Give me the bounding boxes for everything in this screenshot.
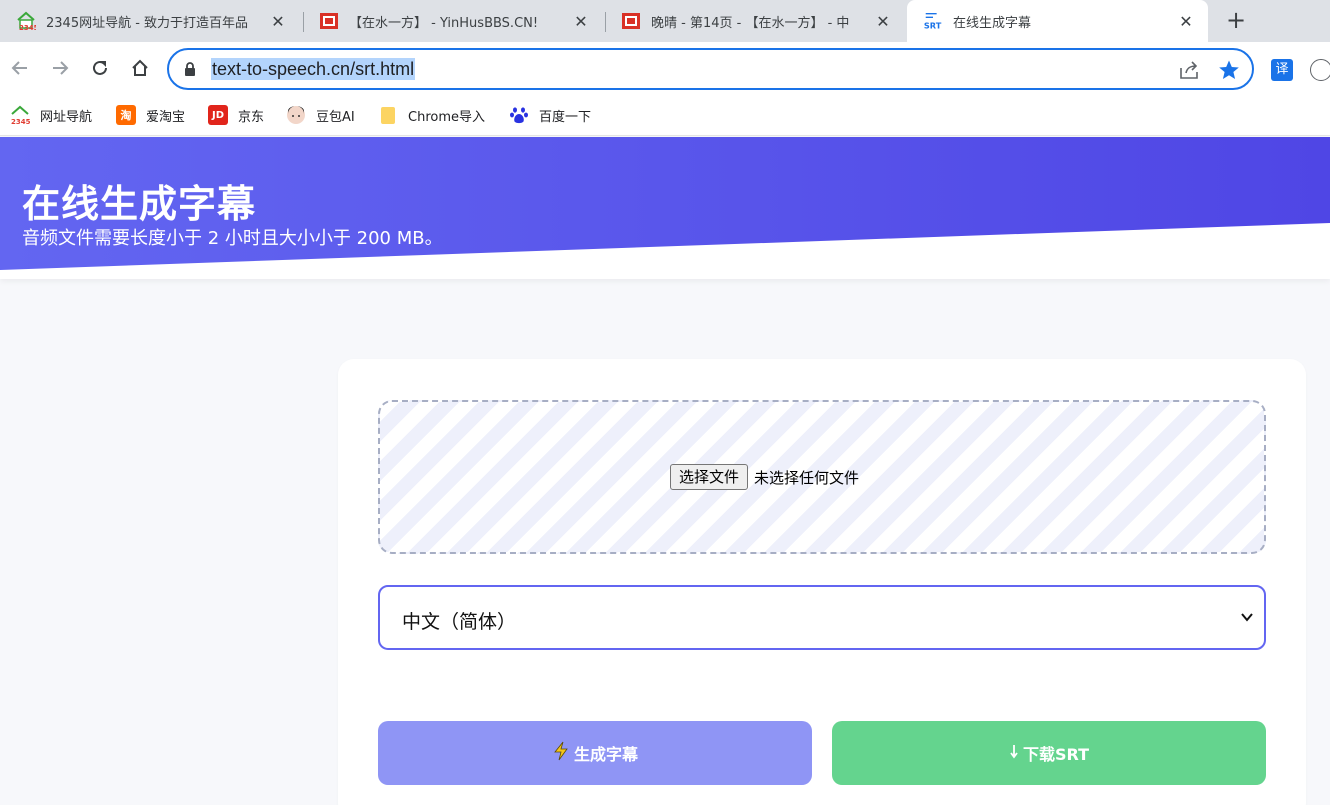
bookmark-wangzhi[interactable]: 2345 网址导航 [10, 104, 92, 126]
download-srt-button[interactable]: 下载SRT [832, 721, 1266, 785]
close-icon[interactable]: ✕ [571, 12, 591, 31]
address-bar[interactable]: text-to-speech.cn/srt.html [167, 48, 1254, 90]
tab-title: 在线生成字幕 [953, 15, 1032, 31]
file-status-text: 未选择任何文件 [754, 468, 860, 487]
back-arrow-icon [11, 61, 27, 75]
svg-text:2345: 2345 [19, 24, 36, 31]
download-label: 下载SRT [1022, 745, 1090, 764]
forward-button[interactable] [46, 54, 74, 82]
red-window-icon [319, 11, 339, 31]
url-text[interactable]: text-to-speech.cn/srt.html [211, 58, 416, 80]
file-drop-zone[interactable]: 选择文件 未选择任何文件 [378, 400, 1266, 554]
jd-icon: JD [208, 105, 228, 125]
close-icon[interactable]: ✕ [873, 12, 893, 31]
bookmark-label: 百度一下 [539, 109, 592, 125]
doubao-avatar-icon [286, 105, 306, 125]
share-icon[interactable] [1178, 60, 1200, 84]
forward-arrow-icon [53, 61, 69, 75]
lightning-icon [552, 741, 570, 765]
generate-label: 生成字幕 [573, 745, 638, 764]
bookmark-label: 爱淘宝 [146, 109, 186, 125]
page-header: 在线生成字幕 音频文件需要长度小于 2 小时且大小小于 200 MB。 [0, 137, 1330, 279]
down-arrow-icon [1009, 743, 1019, 763]
bookmark-label: 网址导航 [40, 109, 93, 125]
bookmark-label: 京东 [238, 109, 265, 125]
page-title: 在线生成字幕 [22, 182, 257, 226]
home-button[interactable] [126, 54, 154, 82]
subtitle-form-card: 选择文件 未选择任何文件 中文（简体） 生成字幕 下载SRT [338, 359, 1306, 805]
red-window-icon [621, 11, 641, 31]
srt-icon: SRT [923, 11, 943, 31]
reload-icon [93, 60, 107, 75]
bookmark-star-icon[interactable] [1218, 59, 1240, 85]
folder-icon [378, 105, 398, 125]
tab-2345[interactable]: 2345 2345网址导航 - 致力于打造百年品 ✕ [0, 0, 300, 42]
generate-subtitles-button[interactable]: 生成字幕 [378, 721, 812, 785]
bookmark-jd[interactable]: JD 京东 [208, 104, 264, 126]
taobao-icon: 淘 [116, 105, 136, 125]
browser-toolbar: text-to-speech.cn/srt.html 译 [0, 42, 1330, 94]
tab-title: 2345网址导航 - 致力于打造百年品 [46, 15, 249, 31]
baidu-paw-icon [509, 105, 529, 125]
language-selected-value: 中文（简体） [402, 611, 517, 633]
close-icon[interactable]: ✕ [268, 12, 288, 31]
bookmark-chrome-import[interactable]: Chrome导入 [378, 104, 485, 126]
tab-strip: 2345 2345网址导航 - 致力于打造百年品 ✕ 【在水一方】 - YinH… [0, 0, 1330, 42]
tab-title: 【在水一方】 - YinHusBBS.CN! [349, 15, 539, 31]
new-tab-button[interactable]: + [1222, 7, 1250, 35]
tab-title: 晚晴 - 第14页 - 【在水一方】 - 中 [651, 15, 850, 31]
file-input[interactable]: 选择文件 未选择任何文件 [670, 464, 859, 490]
bookmark-label: 豆包AI [316, 109, 355, 125]
back-button[interactable] [6, 54, 34, 82]
bookmark-aitaobao[interactable]: 淘 爱淘宝 [116, 104, 185, 126]
language-select[interactable]: 中文（简体） [378, 585, 1266, 650]
tab-yinhus[interactable]: 【在水一方】 - YinHusBBS.CN! ✕ [303, 0, 603, 42]
bookmark-baidu[interactable]: 百度一下 [509, 104, 591, 126]
2345-icon: 2345 [10, 105, 30, 125]
tab-srt-active[interactable]: SRT 在线生成字幕 ✕ [907, 0, 1208, 42]
close-icon[interactable]: ✕ [1176, 12, 1196, 31]
bookmark-label: Chrome导入 [408, 109, 485, 125]
bookmarks-bar: 2345 网址导航 淘 爱淘宝 JD 京东 豆包AI Chrome导入 百度一下 [0, 94, 1330, 136]
house-icon: 2345 [16, 11, 36, 31]
svg-text:SRT: SRT [924, 20, 942, 30]
reload-button[interactable] [86, 54, 114, 82]
lock-icon[interactable] [183, 61, 197, 81]
choose-file-button[interactable]: 选择文件 [670, 464, 749, 490]
palm-extension-icon[interactable] [1310, 59, 1330, 81]
bookmark-doubao[interactable]: 豆包AI [286, 104, 355, 126]
svg-text:2345: 2345 [11, 118, 30, 125]
translate-extension-icon[interactable]: 译 [1271, 59, 1293, 81]
home-icon [132, 59, 148, 76]
chevron-down-icon [1240, 609, 1254, 628]
page-subtitle: 音频文件需要长度小于 2 小时且大小小于 200 MB。 [22, 228, 443, 249]
tab-wanqing[interactable]: 晚晴 - 第14页 - 【在水一方】 - 中 ✕ [605, 0, 905, 42]
